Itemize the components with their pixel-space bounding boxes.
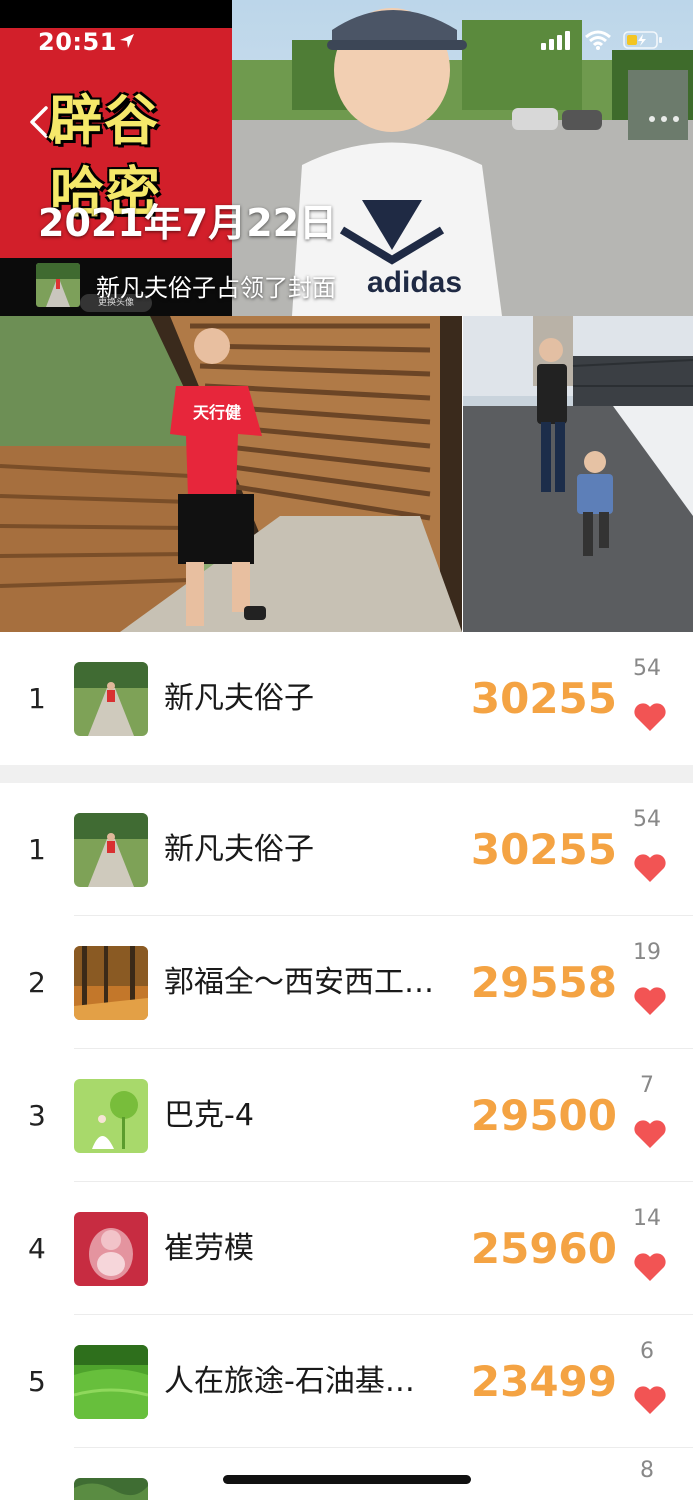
rank-number: 3 bbox=[28, 1099, 46, 1132]
user-name: 人在旅途-石油基… bbox=[164, 1364, 415, 1399]
list-item[interactable]: 5 人在旅途-石油基… 23499 6 bbox=[0, 1315, 693, 1448]
list-item[interactable]: 4 崔劳模 25960 14 bbox=[0, 1182, 693, 1315]
heart-icon[interactable] bbox=[633, 853, 667, 883]
user-name: 新凡夫俗子 bbox=[164, 681, 314, 716]
status-indicators bbox=[541, 30, 663, 50]
heart-icon[interactable] bbox=[633, 1252, 667, 1282]
photo-strip: 天行健 bbox=[0, 316, 693, 632]
step-count: 29500 bbox=[470, 1091, 617, 1140]
list-item[interactable]: 2 郭福全～西安西工… 29558 19 bbox=[0, 916, 693, 1049]
heart-icon[interactable] bbox=[633, 986, 667, 1016]
user-name: 郭福全～西安西工… bbox=[164, 965, 434, 1000]
list-item[interactable]: 3 巴克-4 29500 7 bbox=[0, 1049, 693, 1182]
list-item[interactable]: 8 bbox=[0, 1448, 693, 1500]
home-indicator[interactable] bbox=[223, 1475, 471, 1484]
cover-banner[interactable]: adidas 20:51 辟谷 哈密 2021年7月22日 更换头像 新凡夫俗子… bbox=[0, 0, 693, 316]
rank-number: 5 bbox=[28, 1365, 46, 1398]
avatar[interactable] bbox=[74, 1478, 148, 1500]
like-count: 6 bbox=[640, 1339, 654, 1364]
more-options-icon[interactable] bbox=[649, 116, 679, 122]
like-count: 54 bbox=[633, 807, 661, 832]
avatar[interactable] bbox=[74, 662, 148, 736]
avatar[interactable] bbox=[74, 813, 148, 887]
avatar[interactable] bbox=[74, 946, 148, 1020]
svg-text:adidas: adidas bbox=[367, 266, 462, 299]
status-time: 20:51 bbox=[38, 28, 117, 56]
cover-owner-note: 新凡夫俗子占领了封面 bbox=[96, 274, 336, 302]
step-count: 23499 bbox=[470, 1357, 617, 1406]
cover-title-line1: 辟谷 bbox=[48, 88, 160, 152]
signal-icon bbox=[541, 31, 570, 50]
avatar[interactable] bbox=[74, 1345, 148, 1419]
step-count: 30255 bbox=[470, 825, 617, 874]
like-count: 14 bbox=[633, 1206, 661, 1231]
avatar[interactable] bbox=[74, 1212, 148, 1286]
list-item[interactable]: 1 新凡夫俗子 30255 54 bbox=[0, 783, 693, 916]
battery-icon bbox=[623, 31, 662, 49]
like-count: 19 bbox=[633, 940, 661, 965]
section-separator bbox=[0, 765, 693, 783]
avatar[interactable] bbox=[74, 1079, 148, 1153]
user-name: 新凡夫俗子 bbox=[164, 832, 314, 867]
heart-icon[interactable] bbox=[633, 1119, 667, 1149]
like-count: 8 bbox=[640, 1458, 654, 1483]
cover-date: 2021年7月22日 bbox=[38, 201, 338, 245]
rank-number: 2 bbox=[28, 966, 46, 999]
user-name: 巴克-4 bbox=[164, 1098, 254, 1133]
heart-icon[interactable] bbox=[633, 1385, 667, 1415]
rank-number: 4 bbox=[28, 1232, 46, 1265]
rank-number: 1 bbox=[28, 833, 46, 866]
heart-icon[interactable] bbox=[633, 702, 667, 732]
cover-owner-avatar[interactable] bbox=[36, 263, 80, 307]
step-count: 30255 bbox=[470, 674, 617, 723]
like-count: 7 bbox=[640, 1073, 654, 1098]
user-name: 崔劳模 bbox=[164, 1231, 254, 1266]
photo-family-walk[interactable] bbox=[463, 316, 693, 632]
step-count: 29558 bbox=[470, 958, 617, 1007]
photo-runner[interactable]: 天行健 bbox=[0, 316, 462, 632]
location-arrow-icon bbox=[120, 34, 134, 48]
svg-text:天行健: 天行健 bbox=[193, 403, 241, 422]
my-rank-row[interactable]: 1 新凡夫俗子 30255 54 bbox=[0, 632, 693, 765]
rank-number: 1 bbox=[28, 682, 46, 715]
step-count: 25960 bbox=[470, 1224, 617, 1273]
like-count: 54 bbox=[633, 656, 661, 681]
wifi-icon bbox=[585, 30, 611, 50]
